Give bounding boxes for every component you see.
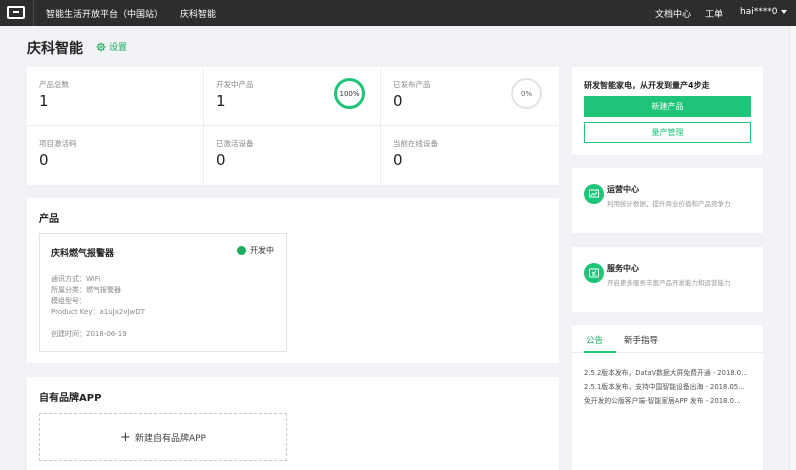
- stat-value: 1: [39, 92, 49, 110]
- new-product-button[interactable]: 新建产品: [584, 96, 751, 117]
- stat-value: 0: [393, 92, 403, 110]
- product-key: Product Key：a1uJx2vJwDT: [51, 308, 145, 316]
- news-item[interactable]: 2.5.2版本发布，DataV数据大屏免费开通 - 2018.0…: [584, 367, 754, 377]
- stat-value: 1: [216, 92, 226, 110]
- quick-start-panel: 研发智能家电，从开发到量产4步走 新建产品 量产管理: [572, 67, 763, 155]
- settings-label: 设置: [109, 43, 128, 53]
- news-item[interactable]: 免开发的公版客户端-智能家居APP 发布 - 2018.0…: [584, 395, 754, 405]
- stats-panel: 产品总数 1 开发中产品 1 100% 已发布产品 0 0% 项目激活码 0 已…: [27, 67, 559, 185]
- platform-link[interactable]: 智能生活开放平台（中国站）: [46, 7, 163, 20]
- settings-link[interactable]: 设置: [96, 40, 127, 53]
- stat-dev-products: 开发中产品 1 100%: [204, 67, 381, 126]
- ops-desc: 利用统计数据，提升商业价值和产品竞争力: [607, 200, 731, 208]
- product-card[interactable]: 庆科燃气报警器 开发中 通讯方式：WiFi 所属分类：燃气报警器 模组型号： P…: [39, 233, 287, 352]
- product-model: 模组型号：: [51, 297, 86, 305]
- stat-activated-devices: 已激活设备 0: [204, 126, 381, 185]
- service-title: 服务中心: [607, 264, 639, 273]
- products-section: 产品 庆科燃气报警器 开发中 通讯方式：WiFi 所属分类：燃气报警器 模组型号…: [27, 198, 559, 363]
- plus-icon: +: [120, 429, 131, 445]
- stat-total-products: 产品总数 1: [27, 67, 204, 126]
- stat-activation-codes: 项目激活码 0: [27, 126, 204, 185]
- stat-label: 已激活设备: [216, 139, 254, 148]
- ticket-link[interactable]: 工单: [705, 7, 723, 20]
- stat-value: 0: [216, 151, 226, 169]
- news-item[interactable]: 2.5.1版本发布，支持中国智能设备出海 - 2018.05…: [584, 381, 754, 391]
- mass-production-button[interactable]: 量产管理: [584, 122, 751, 143]
- page-title: 庆科智能: [27, 41, 83, 57]
- aliyun-logo-icon[interactable]: [7, 6, 25, 19]
- service-icon: [584, 263, 604, 283]
- notice-panel: 公告 新手指导 2.5.2版本发布，DataV数据大屏免费开通 - 2018.0…: [572, 325, 763, 470]
- product-name[interactable]: 庆科燃气报警器: [51, 246, 114, 259]
- docs-link[interactable]: 文档中心: [655, 7, 691, 20]
- user-menu[interactable]: hai****0: [740, 7, 788, 17]
- stat-value: 0: [39, 151, 49, 169]
- user-name: hai****0: [740, 7, 778, 17]
- stat-label: 产品总数: [39, 80, 69, 89]
- chevron-down-icon: [781, 9, 788, 14]
- notice-tabs: 公告 新手指导: [572, 325, 763, 353]
- section-title: 自有品牌APP: [39, 393, 102, 404]
- brand-app-section: 自有品牌APP + 新建自有品牌APP: [27, 377, 559, 470]
- nav-divider: [33, 0, 34, 26]
- status-label: 开发中: [250, 246, 274, 255]
- progress-ring: 100%: [334, 78, 365, 109]
- product-created: 创建时间：2018-06-19: [51, 330, 127, 338]
- tab-beginner-guide[interactable]: 新手指导: [624, 334, 658, 346]
- gear-icon: [96, 41, 106, 52]
- service-desc: 开启更多服务丰富产品开发能力和运营能力: [607, 279, 731, 287]
- status-dot-icon: [237, 246, 246, 255]
- section-title: 产品: [39, 214, 59, 225]
- new-brand-app-button[interactable]: + 新建自有品牌APP: [39, 413, 287, 461]
- new-app-label: 新建自有品牌APP: [134, 433, 206, 444]
- ops-title: 运营中心: [607, 185, 639, 194]
- vertical-scrollbar[interactable]: [789, 26, 796, 470]
- company-link[interactable]: 庆科智能: [180, 7, 216, 20]
- product-category: 所属分类：燃气报警器: [51, 286, 121, 294]
- stat-value: 0: [393, 151, 403, 169]
- stat-label: 项目激活码: [39, 139, 77, 148]
- stat-online-devices: 当前在线设备 0: [381, 126, 558, 185]
- ops-center-card[interactable]: 运营中心 利用统计数据，提升商业价值和产品竞争力: [572, 168, 763, 233]
- progress-ring: 0%: [511, 78, 542, 109]
- ops-chart-icon: [584, 184, 604, 204]
- stat-label: 已发布产品: [393, 80, 431, 89]
- quick-start-title: 研发智能家电，从开发到量产4步走: [584, 81, 710, 90]
- top-nav-bar: 智能生活开放平台（中国站） 庆科智能 文档中心 工单 hai****0: [0, 0, 796, 26]
- status-badge: 开发中: [237, 245, 274, 256]
- tab-announcements[interactable]: 公告: [586, 334, 603, 346]
- active-tab-indicator: [584, 351, 616, 353]
- service-center-card[interactable]: 服务中心 开启更多服务丰富产品开发能力和运营能力: [572, 247, 763, 312]
- stat-published-products: 已发布产品 0 0%: [381, 67, 558, 126]
- stat-label: 开发中产品: [216, 80, 254, 89]
- stat-label: 当前在线设备: [393, 139, 438, 148]
- product-protocol: 通讯方式：WiFi: [51, 275, 101, 283]
